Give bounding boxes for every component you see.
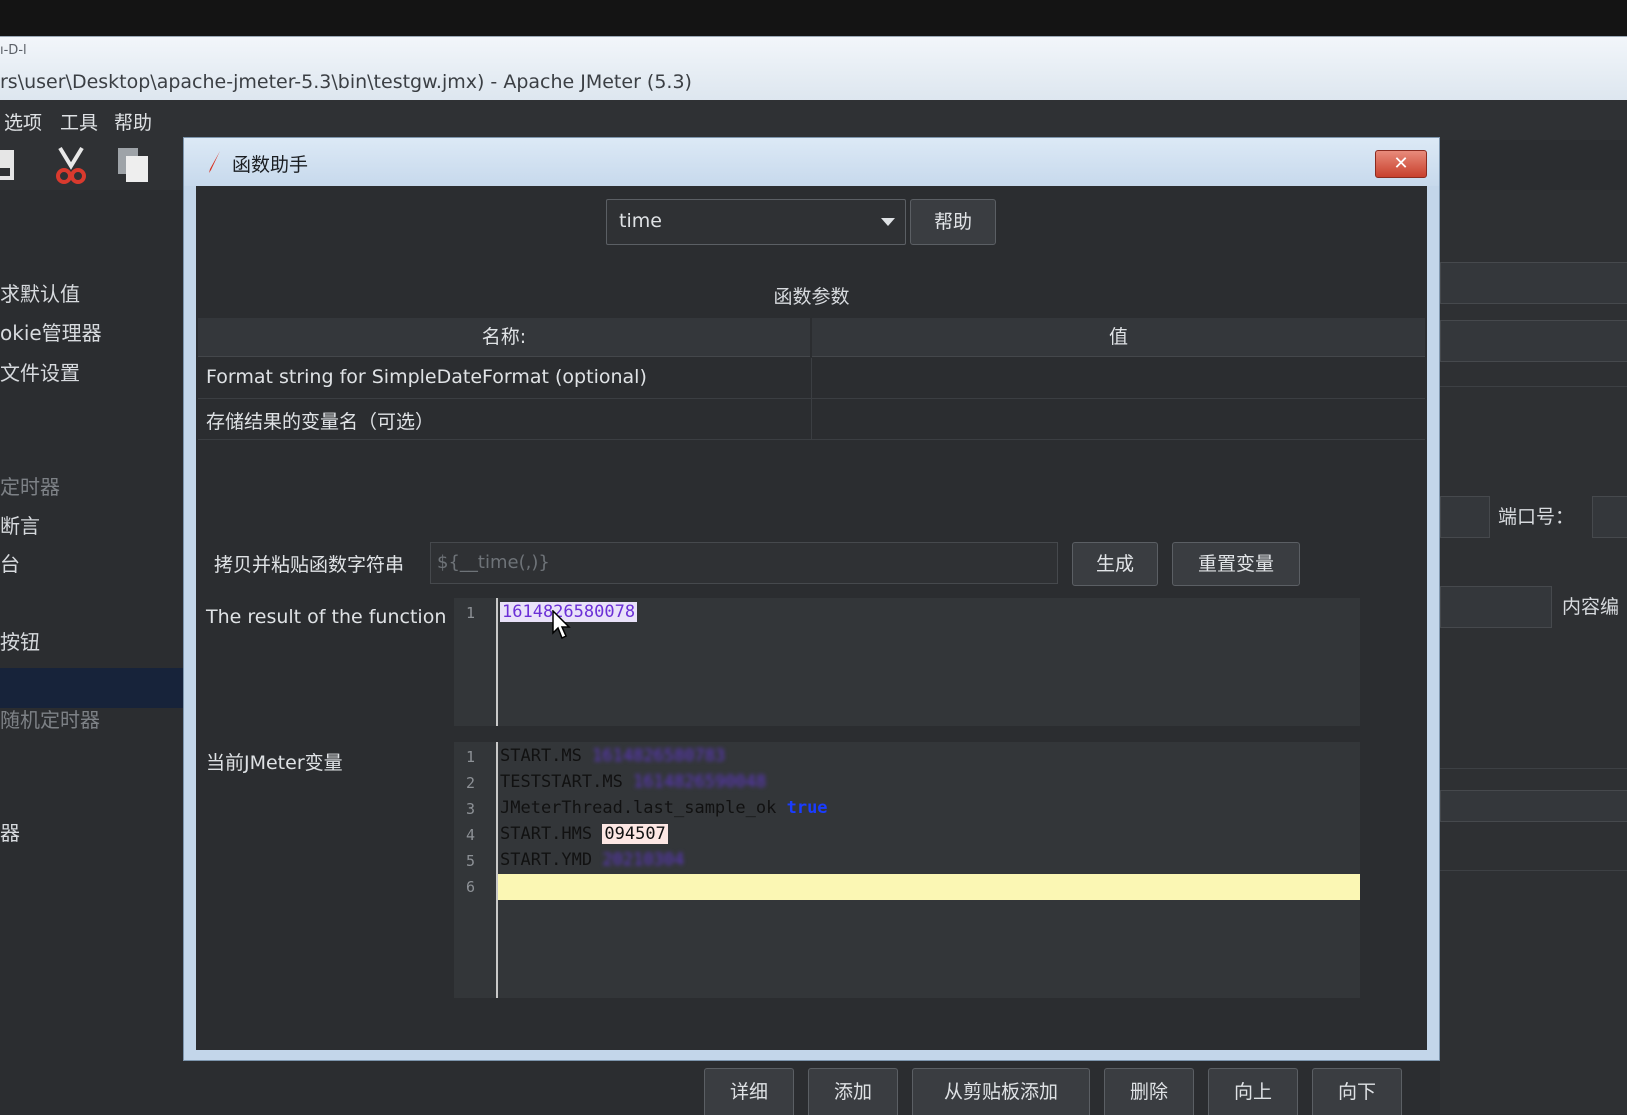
tree-item[interactable]: 台	[0, 548, 20, 577]
param-name: 存储结果的变量名（可选）	[206, 411, 435, 433]
variable-line: TESTSTART.MS 1614826590048	[500, 772, 766, 792]
variable-key: START.HMS	[500, 824, 593, 844]
config-field[interactable]	[1440, 586, 1552, 628]
window-title: rs\user\Desktop\apache-jmeter-5.3\bin\te…	[0, 71, 692, 93]
column-divider	[811, 399, 812, 439]
tree-item[interactable]: 求默认值	[0, 278, 80, 307]
variable-value: 20210304	[602, 850, 685, 870]
line-number: 1	[466, 748, 476, 766]
copy-paste-label: 拷贝并粘贴函数字符串	[214, 554, 405, 576]
help-button[interactable]: 帮助	[910, 199, 996, 245]
titlebar-stub-text: ı-D-l	[0, 43, 27, 58]
variables-editor[interactable]: 1 START.MS 1614826580783 2 TESTSTART.MS …	[454, 742, 1360, 998]
config-field[interactable]	[1440, 790, 1627, 822]
variable-key: JMeterThread.last_sample_ok	[500, 798, 777, 818]
table-row[interactable]: 存储结果的变量名（可选）	[198, 399, 1425, 440]
line-number: 6	[466, 878, 476, 896]
copy-icon[interactable]	[116, 146, 150, 184]
column-divider	[811, 358, 812, 398]
tree-item[interactable]: 文件设置	[0, 357, 80, 386]
function-select[interactable]: time	[606, 199, 906, 245]
tree-item[interactable]: 定时器	[0, 471, 60, 500]
menu-options[interactable]: 选项	[4, 108, 42, 135]
line-gutter	[454, 598, 498, 726]
config-field[interactable]	[1440, 320, 1627, 362]
param-name: Format string for SimpleDateFormat (opti…	[206, 366, 647, 388]
dialog-titlebar[interactable]: 函数助手 ✕	[184, 138, 1439, 186]
port-input[interactable]	[1592, 496, 1627, 538]
line-number: 4	[466, 826, 476, 844]
tree-item[interactable]: okie管理器	[0, 317, 102, 346]
variable-key: START.MS	[500, 746, 582, 766]
window-titlebar: ı-D-l rs\user\Desktop\apache-jmeter-5.3\…	[0, 36, 1627, 101]
result-editor[interactable]: 1 1614826580078	[454, 598, 1360, 726]
variable-key: START.YMD	[500, 850, 593, 870]
test-plan-tree: 求默认值 okie管理器 文件设置 定时器 断言 台 按钮 随机定时器 器	[0, 190, 183, 1114]
cut-icon[interactable]	[56, 146, 86, 184]
variable-line: START.MS 1614826580783	[500, 746, 725, 766]
divider	[1440, 768, 1627, 769]
dialog-title: 函数助手	[232, 154, 309, 176]
tree-item[interactable]: 随机定时器	[0, 704, 100, 733]
line-number: 3	[466, 800, 476, 818]
move-down-button[interactable]: 向下	[1312, 1068, 1402, 1115]
line-number: 2	[466, 774, 476, 792]
variable-line: JMeterThread.last_sample_ok true	[500, 798, 828, 818]
move-up-button[interactable]: 向上	[1208, 1068, 1298, 1115]
close-icon: ✕	[1393, 153, 1409, 174]
tree-item[interactable]: 按钮	[0, 626, 40, 655]
config-field[interactable]	[1440, 262, 1627, 304]
variable-value: true	[786, 798, 828, 818]
close-button[interactable]: ✕	[1375, 150, 1427, 178]
function-select-value: time	[619, 210, 662, 232]
line-number: 5	[466, 852, 476, 870]
table-row[interactable]: Format string for SimpleDateFormat (opti…	[198, 358, 1425, 399]
add-from-clipboard-button[interactable]: 从剪贴板添加	[912, 1068, 1090, 1115]
tree-item[interactable]: 断言	[0, 510, 40, 539]
divider	[1440, 870, 1627, 871]
delete-button[interactable]: 删除	[1104, 1068, 1194, 1115]
variable-value: 1614826580783	[592, 746, 726, 766]
add-button[interactable]: 添加	[808, 1068, 898, 1115]
reset-variables-button[interactable]: 重置变量	[1172, 542, 1300, 586]
port-label: 端口号：	[1498, 506, 1575, 528]
toolbar	[0, 140, 190, 190]
jmeter-variables-label: 当前JMeter变量	[206, 752, 343, 774]
variable-line: START.HMS 094507	[500, 824, 668, 844]
feather-icon	[209, 151, 220, 173]
mouse-cursor-icon	[552, 610, 571, 640]
current-line-highlight	[498, 874, 1360, 900]
function-string-input[interactable]: ${__time(,)}	[430, 542, 1058, 584]
generate-button[interactable]: 生成	[1072, 542, 1158, 586]
line-gutter	[454, 742, 498, 998]
variable-value: 094507	[602, 824, 668, 844]
result-label: The result of the function is	[206, 606, 468, 628]
tree-item[interactable]: 器	[0, 817, 20, 846]
tree-selected-row[interactable]	[0, 668, 183, 708]
details-button[interactable]: 详细	[704, 1068, 794, 1115]
column-header-name[interactable]: 名称:	[198, 318, 810, 357]
menu-help[interactable]: 帮助	[114, 108, 152, 135]
variable-key: TESTSTART.MS	[500, 772, 623, 792]
menu-bar: 选项 工具 帮助	[0, 100, 1627, 140]
variable-value: 1614826590048	[633, 772, 767, 792]
screen-top-strip	[0, 0, 1627, 36]
dialog-body: time 帮助 函数参数 名称: 值 Format string for Sim…	[196, 186, 1427, 1050]
params-title: 函数参数	[773, 286, 850, 308]
line-number: 1	[466, 604, 476, 622]
content-encoding-label: 内容编	[1562, 596, 1620, 618]
variable-line: START.YMD 20210304	[500, 850, 684, 870]
right-config-panel: 端口号： 内容编	[1440, 190, 1627, 1114]
chevron-down-icon	[881, 218, 895, 226]
server-field[interactable]	[1440, 496, 1490, 538]
function-helper-dialog: 函数助手 ✕ time 帮助 函数参数 名称: 值 Format string …	[183, 137, 1440, 1061]
save-icon[interactable]	[0, 148, 18, 182]
menu-tools[interactable]: 工具	[60, 108, 98, 135]
divider	[1440, 386, 1627, 387]
function-string-value: ${__time(,)}	[437, 552, 550, 573]
column-header-value[interactable]: 值	[812, 318, 1425, 357]
